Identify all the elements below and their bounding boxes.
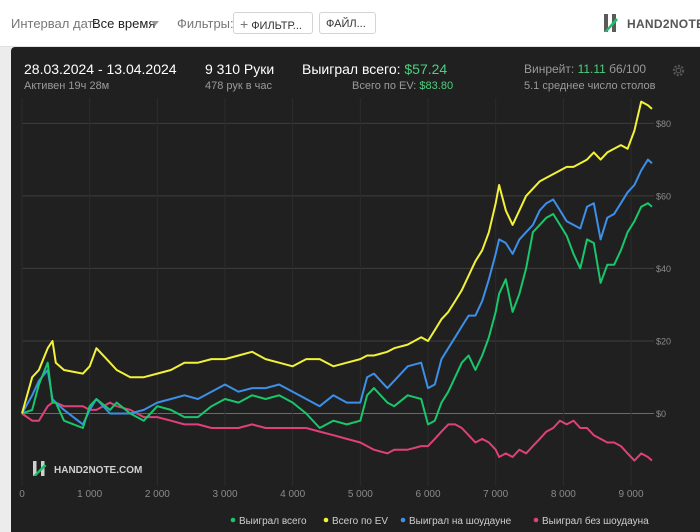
x-axis-labels: 0 1 000 2 000 3 000 4 000 5 000 6 000 7 000 8 00…: [19, 489, 644, 500]
chart-grid: [21, 98, 654, 486]
y-tick-label: $80: [656, 119, 671, 129]
series-line-0: [21, 202, 653, 429]
profit-chart: $0 $20 $40 $60 $80 0 1 000 2 000 3 000 4 000 5 00…: [19, 98, 671, 527]
series-line-1: [21, 100, 653, 414]
y-tick-label: $0: [656, 409, 666, 419]
x-tick-label: 3 000: [212, 489, 237, 500]
legend-marker-1: [323, 517, 329, 523]
chart-watermark: HAND2NOTE.COM: [33, 461, 142, 476]
legend-marker-3: [533, 517, 539, 523]
y-tick-label: $60: [656, 191, 671, 201]
x-tick-label: 5 000: [348, 489, 373, 500]
legend-label-1: Всего по EV: [332, 516, 388, 527]
chart-lines: [21, 100, 653, 462]
y-tick-label: $20: [656, 336, 671, 346]
series-line-3: [21, 401, 653, 462]
legend-marker-0: [230, 517, 236, 523]
x-tick-label: 0: [19, 489, 25, 500]
chart-legend: Выиграл всего Всего по EV Выиграл на шоуда…: [230, 515, 649, 527]
x-tick-label: 9 000: [619, 489, 644, 500]
legend-label-0: Выиграл всего: [239, 516, 307, 527]
x-tick-label: 8 000: [551, 489, 576, 500]
series-line-2: [21, 158, 653, 426]
legend-label-3: Выиграл без шоудауна: [542, 515, 649, 527]
legend-marker-2: [400, 517, 406, 523]
watermark-text: HAND2NOTE.COM: [54, 465, 142, 476]
x-tick-label: 6 000: [415, 489, 440, 500]
x-tick-label: 1 000: [77, 489, 102, 500]
y-tick-label: $40: [656, 264, 671, 274]
x-tick-label: 4 000: [280, 489, 305, 500]
legend-label-2: Выиграл на шоудауне: [409, 516, 512, 527]
x-tick-label: 7 000: [483, 489, 508, 500]
y-axis-labels: $0 $20 $40 $60 $80: [656, 119, 671, 419]
x-tick-label: 2 000: [145, 489, 170, 500]
